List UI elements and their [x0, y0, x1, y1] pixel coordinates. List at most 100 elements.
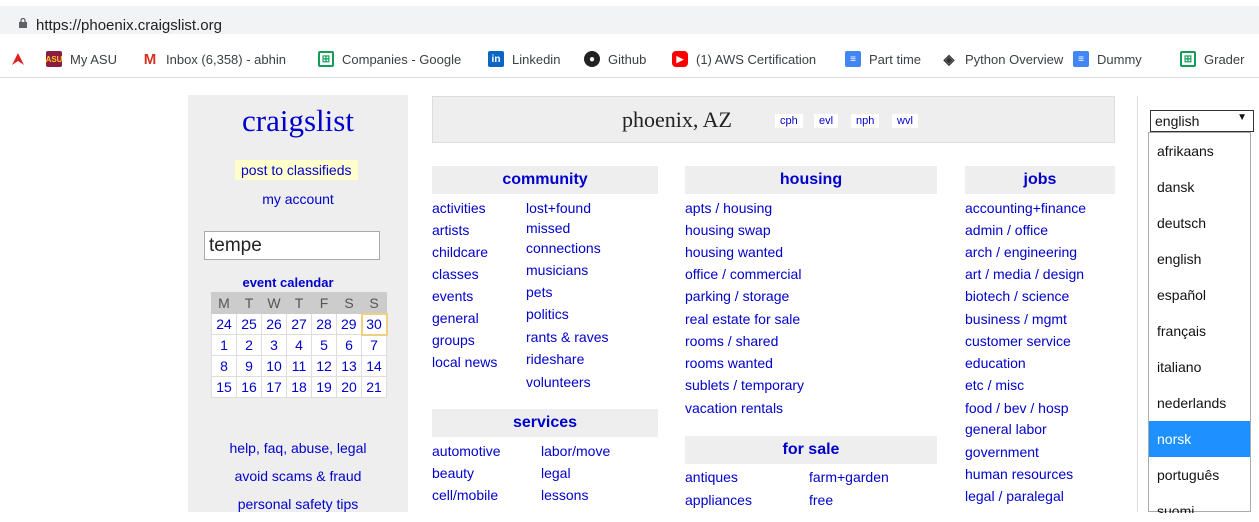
calendar-day[interactable]: 24 [211, 313, 237, 335]
nearby-link[interactable]: evl [814, 114, 839, 128]
calendar-day[interactable]: 3 [261, 334, 287, 356]
calendar-day[interactable]: 19 [311, 376, 337, 398]
category-link[interactable]: groups [432, 332, 475, 348]
nearby-link[interactable]: cph [775, 114, 803, 128]
category-link[interactable]: events [432, 288, 473, 304]
language-option[interactable]: nederlands [1149, 385, 1250, 421]
category-link[interactable]: parking / storage [685, 288, 789, 304]
calendar-day[interactable]: 17 [261, 376, 287, 398]
jobs-header[interactable]: jobs [965, 166, 1115, 194]
my-account-link[interactable]: my account [188, 191, 408, 207]
language-option[interactable]: deutsch [1149, 205, 1250, 241]
category-link[interactable]: rants & raves [526, 329, 608, 345]
calendar-day[interactable]: 6 [336, 334, 362, 356]
avoid-scams-link[interactable]: avoid scams & fraud [188, 466, 408, 494]
category-link[interactable]: rideshare [526, 351, 584, 367]
calendar-day[interactable]: 2 [236, 334, 262, 356]
craigslist-logo[interactable]: craigslist [188, 103, 408, 139]
calendar-day[interactable]: 20 [336, 376, 362, 398]
category-link[interactable]: automotive [432, 443, 500, 459]
language-option[interactable]: français [1149, 313, 1250, 349]
calendar-day[interactable]: 8 [211, 355, 237, 377]
calendar-day[interactable]: 14 [361, 355, 387, 377]
language-option[interactable]: suomi [1149, 493, 1250, 513]
search-input[interactable] [204, 231, 380, 260]
calendar-day[interactable]: 16 [236, 376, 262, 398]
help-faq-link[interactable]: help, faq, abuse, legal [188, 438, 408, 466]
language-option[interactable]: español [1149, 277, 1250, 313]
calendar-day[interactable]: 12 [311, 355, 337, 377]
calendar-day[interactable]: 11 [286, 355, 312, 377]
calendar-day[interactable]: 10 [261, 355, 287, 377]
language-option-highlighted[interactable]: norsk [1149, 421, 1250, 457]
calendar-day[interactable]: 25 [236, 313, 262, 335]
community-header[interactable]: community [432, 166, 658, 194]
category-link[interactable]: apts / housing [685, 200, 772, 216]
category-link[interactable]: customer service [965, 333, 1071, 349]
address-bar[interactable]: https://phoenix.craigslist.org [0, 6, 1259, 34]
bookmark-companies[interactable]: ⊞ Companies - Google [318, 50, 468, 68]
category-link[interactable]: etc / misc [965, 377, 1024, 393]
category-link[interactable]: food / bev / hosp [965, 400, 1069, 416]
category-link[interactable]: admin / office [965, 222, 1048, 238]
housing-header[interactable]: housing [685, 166, 937, 194]
category-link[interactable]: rooms wanted [685, 355, 773, 371]
calendar-day[interactable]: 9 [236, 355, 262, 377]
category-link[interactable]: housing wanted [685, 244, 783, 260]
category-link[interactable]: general [432, 310, 479, 326]
category-link[interactable]: labor/move [541, 443, 610, 459]
category-link[interactable]: sublets / temporary [685, 377, 804, 393]
bookmark-linkedin[interactable]: in Linkedin [488, 50, 560, 68]
nearby-link[interactable]: nph [851, 114, 880, 128]
bookmark-app-icon[interactable] [10, 50, 26, 68]
category-link[interactable]: farm+garden [809, 469, 889, 485]
language-option[interactable]: afrikaans [1149, 133, 1250, 169]
language-option[interactable]: português [1149, 457, 1250, 493]
category-link[interactable]: cell/mobile [432, 487, 498, 503]
category-link[interactable]: activities [432, 200, 486, 216]
category-link[interactable]: pets [526, 284, 552, 300]
category-link[interactable]: arch / engineering [965, 244, 1077, 260]
category-link[interactable]: classes [432, 266, 479, 282]
calendar-day[interactable]: 27 [286, 313, 312, 335]
language-option[interactable]: italiano [1149, 349, 1250, 385]
calendar-day-today[interactable]: 30 [360, 312, 388, 336]
bookmark-aws[interactable]: ▶ (1) AWS Certification [672, 50, 816, 68]
category-link[interactable]: office / commercial [685, 266, 801, 282]
category-link[interactable]: local news [432, 354, 497, 370]
category-link[interactable]: accounting+finance [965, 200, 1086, 216]
bookmark-part-time[interactable]: ≡ Part time [845, 50, 921, 68]
calendar-day[interactable]: 28 [311, 313, 337, 335]
bookmark-python[interactable]: ◈ Python Overview [941, 50, 1064, 68]
category-link[interactable]: childcare [432, 244, 488, 260]
category-link[interactable]: politics [526, 306, 569, 322]
calendar-day[interactable]: 7 [361, 334, 387, 356]
calendar-day[interactable]: 1 [211, 334, 237, 356]
bookmark-github[interactable]: ● Github [584, 50, 646, 68]
bookmark-dummy[interactable]: ≡ Dummy [1073, 50, 1142, 68]
category-link[interactable]: free [809, 492, 833, 508]
language-option[interactable]: dansk [1149, 169, 1250, 205]
calendar-day[interactable]: 15 [211, 376, 237, 398]
calendar-day[interactable]: 26 [261, 313, 287, 335]
calendar-day[interactable]: 18 [286, 376, 312, 398]
for-sale-header[interactable]: for sale [685, 436, 937, 464]
calendar-day[interactable]: 5 [311, 334, 337, 356]
category-link[interactable]: lessons [541, 487, 588, 503]
category-link[interactable]: lost+found [526, 200, 591, 216]
category-link[interactable]: antiques [685, 469, 738, 485]
category-link[interactable]: art / media / design [965, 266, 1084, 282]
calendar-day[interactable]: 21 [361, 376, 387, 398]
nearby-link[interactable]: wvl [892, 114, 918, 128]
category-link[interactable]: appliances [685, 492, 752, 508]
category-link[interactable]: beauty [432, 465, 474, 481]
category-link[interactable]: real estate for sale [685, 311, 800, 327]
category-link[interactable]: musicians [526, 262, 588, 278]
category-link[interactable]: education [965, 355, 1026, 371]
category-link[interactable]: artists [432, 222, 469, 238]
category-link[interactable]: general labor [965, 421, 1047, 437]
category-link[interactable]: housing swap [685, 222, 771, 238]
category-link[interactable]: government [965, 444, 1039, 460]
language-option[interactable]: english [1149, 241, 1250, 277]
bookmark-my-asu[interactable]: ASU My ASU [46, 50, 117, 68]
